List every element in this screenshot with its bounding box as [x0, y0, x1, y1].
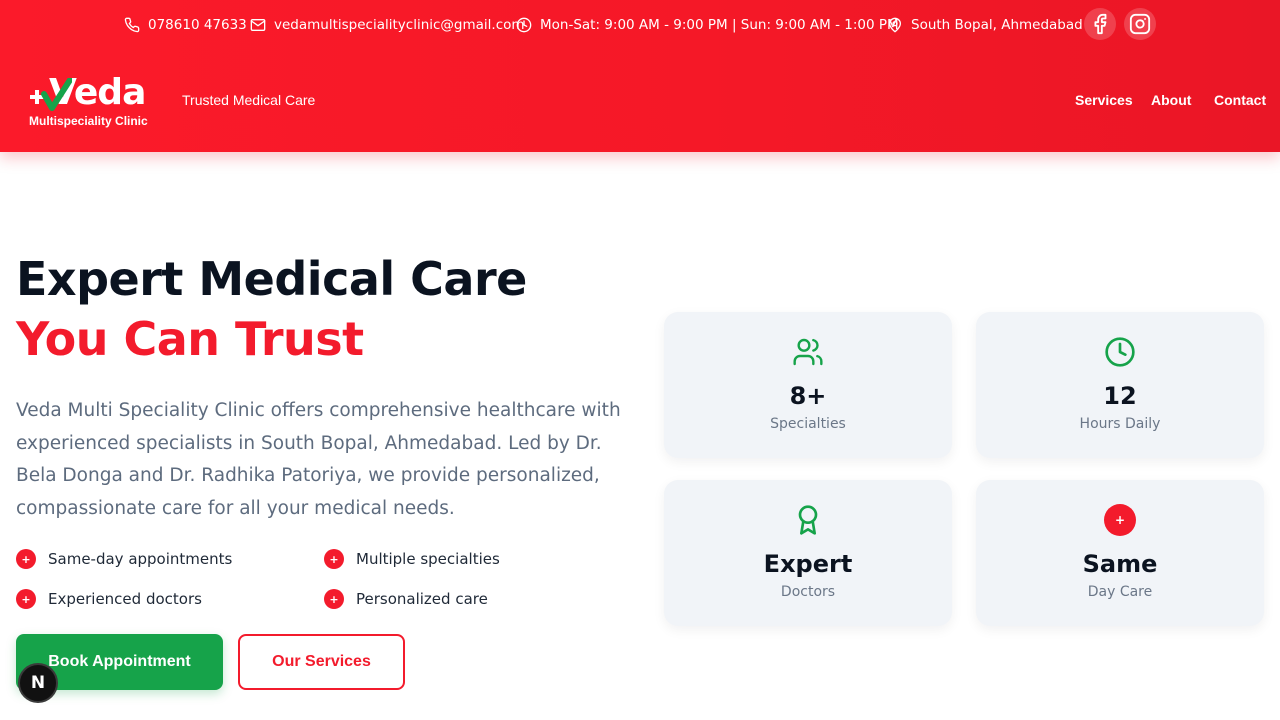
plus-icon: + [324, 589, 344, 609]
hero-title: Expert Medical Care [16, 252, 527, 306]
brand-logo[interactable]: Veda Multispeciality Clinic [29, 72, 159, 130]
feature-item: + Multiple specialties [324, 548, 500, 570]
checkmark-icon [41, 78, 72, 111]
clock-icon [516, 17, 532, 33]
location-text: South Bopal, Ahmedabad [911, 17, 1083, 33]
stat-card-specialties: 8+ Specialties [664, 312, 952, 458]
brand-tagline: Trusted Medical Care [182, 92, 316, 108]
plus-icon: + [324, 549, 344, 569]
feature-label: Same-day appointments [48, 550, 233, 568]
facebook-link[interactable] [1084, 8, 1116, 40]
feature-item: + Personalized care [324, 588, 488, 610]
clock-icon [1105, 337, 1135, 367]
plus-icon: + [16, 549, 36, 569]
stat-value: 8+ [789, 382, 827, 410]
stat-card-sameday: + Same Day Care [976, 480, 1264, 626]
our-services-button[interactable]: Our Services [238, 634, 405, 690]
hero-description: Veda Multi Speciality Clinic offers comp… [16, 400, 621, 519]
location-info: South Bopal, Ahmedabad [887, 14, 1083, 36]
nav-about[interactable]: About [1151, 92, 1191, 108]
nav-contact[interactable]: Contact [1214, 92, 1266, 108]
stat-card-doctors: Expert Doctors [664, 480, 952, 626]
plus-icon: + [16, 589, 36, 609]
phone-link[interactable]: 078610 47633 [124, 14, 247, 36]
stat-label: Hours Daily [1079, 416, 1161, 432]
plus-icon: + [1104, 504, 1136, 536]
dev-tools-badge[interactable]: N [18, 663, 58, 703]
mail-icon [250, 19, 266, 31]
stat-label: Doctors [780, 584, 836, 600]
site-header: 078610 47633 vedamultispecialityclinic@g… [0, 0, 1280, 152]
email-link[interactable]: vedamultispecialityclinic@gmail.com [250, 14, 525, 36]
brand-subtitle: Multispeciality Clinic [29, 114, 148, 128]
stat-label: Day Care [1087, 584, 1153, 600]
award-icon [798, 505, 818, 535]
feature-item: + Same-day appointments [16, 548, 232, 570]
feature-item: + Experienced doctors [16, 588, 202, 610]
stat-card-hours: 12 Hours Daily [976, 312, 1264, 458]
hero-title-accent: You Can Trust [16, 312, 364, 366]
stat-value: Same [1082, 550, 1158, 578]
stat-value: 12 [1103, 382, 1137, 410]
instagram-icon [1129, 13, 1151, 35]
feature-label: Experienced doctors [48, 590, 202, 608]
email-text: vedamultispecialityclinic@gmail.com [274, 17, 525, 33]
stat-label: Specialties [770, 416, 846, 432]
contact-topbar: 078610 47633 vedamultispecialityclinic@g… [0, 0, 1280, 50]
users-icon [793, 338, 823, 366]
feature-label: Personalized care [356, 590, 488, 608]
instagram-link[interactable] [1124, 8, 1156, 40]
phone-icon [124, 17, 140, 33]
map-pin-icon [889, 17, 901, 33]
hours-text: Mon-Sat: 9:00 AM - 9:00 PM | Sun: 9:00 A… [540, 17, 899, 33]
nav-services[interactable]: Services [1075, 92, 1133, 108]
hours-info: Mon-Sat: 9:00 AM - 9:00 PM | Sun: 9:00 A… [516, 14, 899, 36]
facebook-icon [1094, 13, 1107, 35]
feature-label: Multiple specialties [356, 550, 500, 568]
phone-text: 078610 47633 [148, 17, 247, 33]
stat-value: Expert [763, 550, 853, 578]
